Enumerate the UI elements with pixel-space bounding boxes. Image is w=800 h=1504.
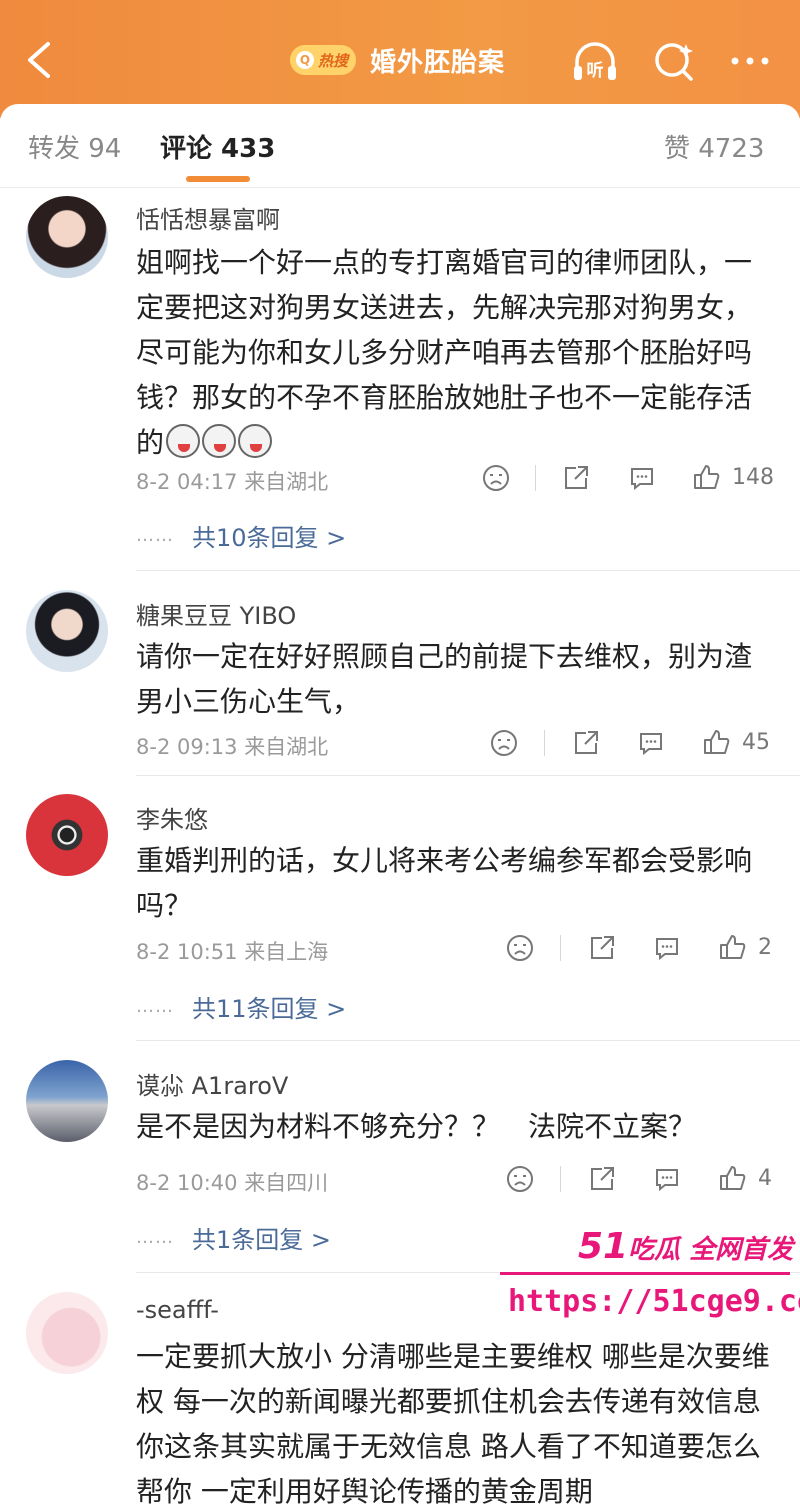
avatar[interactable] (26, 590, 108, 672)
svg-text:听: 听 (587, 60, 604, 81)
view-replies-link[interactable]: …… 共1条回复 > (136, 1220, 331, 1255)
hot-search-label: 热搜 (318, 51, 349, 70)
comment-text: 重婚判刑的话，女儿将来考公考编参军都会受影响吗？ (136, 844, 753, 922)
view-replies-link[interactable]: …… 共10条回复 > (136, 518, 346, 553)
headphones-listen-icon[interactable]: 听 (570, 38, 620, 84)
like-count: 148 (732, 464, 774, 490)
dislike-face-icon[interactable] (490, 729, 518, 757)
comment-meta: 8-2 10:40 来自四川 (136, 1167, 328, 1197)
comment-username[interactable]: -seafff- (136, 1296, 219, 1324)
like-count: 2 (758, 934, 772, 960)
avatar[interactable] (26, 1292, 108, 1374)
divider (535, 465, 536, 491)
title-area: Q 热搜 婚外胚胎案 (290, 38, 505, 82)
search-sparkle-icon[interactable] (650, 38, 700, 84)
divider (136, 1040, 800, 1041)
divider (136, 570, 800, 571)
share-icon[interactable] (572, 729, 600, 757)
comment-time: 8-2 04:17 (136, 470, 238, 494)
comment-source: 来自上海 (244, 940, 329, 964)
like-button[interactable]: 4 (718, 1163, 772, 1193)
avatar[interactable] (26, 1060, 108, 1142)
comment-time: 8-2 10:51 (136, 940, 238, 964)
reply-count-label: 共10条回复 > (192, 524, 347, 552)
comment-meta: 8-2 10:51 来自上海 (136, 936, 328, 966)
dislike-face-icon[interactable] (506, 1165, 534, 1193)
comment-username[interactable]: 糖果豆豆 YIBO (136, 596, 296, 631)
comment-text: 是不是因为材料不够充分？？ 法院不立案？ (136, 1110, 697, 1143)
panda-emoji-icon (238, 424, 273, 458)
watermark-tagline: 吃瓜 全网首发 (628, 1235, 794, 1265)
tab-repost[interactable]: 转发 94 (28, 128, 121, 165)
panda-emoji-icon (202, 424, 237, 458)
divider (560, 935, 561, 961)
share-icon[interactable] (562, 464, 590, 492)
comment-icon[interactable] (653, 1165, 681, 1193)
more-options-icon[interactable] (726, 38, 776, 84)
like-count: 45 (742, 729, 770, 755)
divider (136, 775, 800, 776)
page-title: 婚外胚胎案 (370, 47, 506, 78)
reply-count-label: 共1条回复 > (192, 1226, 332, 1254)
share-icon[interactable] (588, 934, 616, 962)
comment-time: 8-2 10:40 (136, 1171, 238, 1195)
active-tab-indicator (186, 176, 250, 182)
avatar[interactable] (26, 794, 108, 876)
tab-comments[interactable]: 评论 433 (160, 128, 275, 165)
comment-icon[interactable] (637, 729, 665, 757)
share-icon[interactable] (588, 1165, 616, 1193)
comment-source: 来自四川 (244, 1171, 329, 1195)
watermark-url: https://51cge9.com (508, 1284, 800, 1319)
view-replies-link[interactable]: …… 共11条回复 > (136, 989, 346, 1024)
hot-search-badge[interactable]: Q 热搜 (290, 45, 357, 75)
tab-likes[interactable]: 赞 4723 (664, 128, 764, 165)
watermark-number: 51 (578, 1226, 629, 1267)
comment-meta: 8-2 09:13 来自湖北 (136, 731, 328, 761)
divider (544, 730, 545, 756)
thumbs-up-icon (704, 730, 730, 754)
thumbs-up-icon (720, 1166, 746, 1190)
dislike-face-icon[interactable] (482, 464, 510, 492)
like-count: 4 (758, 1165, 772, 1191)
comment-source: 来自湖北 (244, 735, 329, 759)
watermark-brand: 51吃瓜 全网首发 (578, 1226, 793, 1267)
comment-meta: 8-2 04:17 来自湖北 (136, 466, 328, 496)
comment-time: 8-2 09:13 (136, 735, 238, 759)
comment-text: 姐啊找一个好一点的专打离婚官司的律师团队，一定要把这对狗男女送进去，先解决完那对… (136, 246, 753, 459)
divider (560, 1166, 561, 1192)
back-chevron-icon[interactable] (20, 40, 60, 80)
watermark-underline (500, 1272, 790, 1275)
comment-username[interactable]: 谟尛 A1raroV (136, 1066, 288, 1101)
dislike-face-icon[interactable] (506, 934, 534, 962)
comment-icon[interactable] (653, 934, 681, 962)
comment-username[interactable]: 李朱悠 (136, 800, 208, 835)
like-button[interactable]: 2 (718, 932, 772, 962)
avatar[interactable] (26, 196, 108, 278)
panda-emoji-icon (166, 424, 201, 458)
reply-count-label: 共11条回复 > (192, 995, 347, 1023)
comment-text: 请你一定在好好照顾自己的前提下去维权，别为渣男小三伤心生气， (136, 640, 753, 718)
comment-username[interactable]: 恬恬想暴富啊 (136, 200, 280, 235)
thumbs-up-icon (694, 465, 720, 489)
like-button[interactable]: 45 (702, 727, 770, 757)
comment-icon[interactable] (628, 464, 656, 492)
comment-source: 来自湖北 (244, 470, 329, 494)
comment-text: 一定要抓大放小 分清哪些是主要维权 哪些是次要维权 每一次的新闻曝光都要抓住机会… (136, 1340, 770, 1504)
search-q-icon: Q (296, 51, 314, 69)
like-button[interactable]: 148 (692, 462, 774, 492)
thumbs-up-icon (720, 935, 746, 959)
